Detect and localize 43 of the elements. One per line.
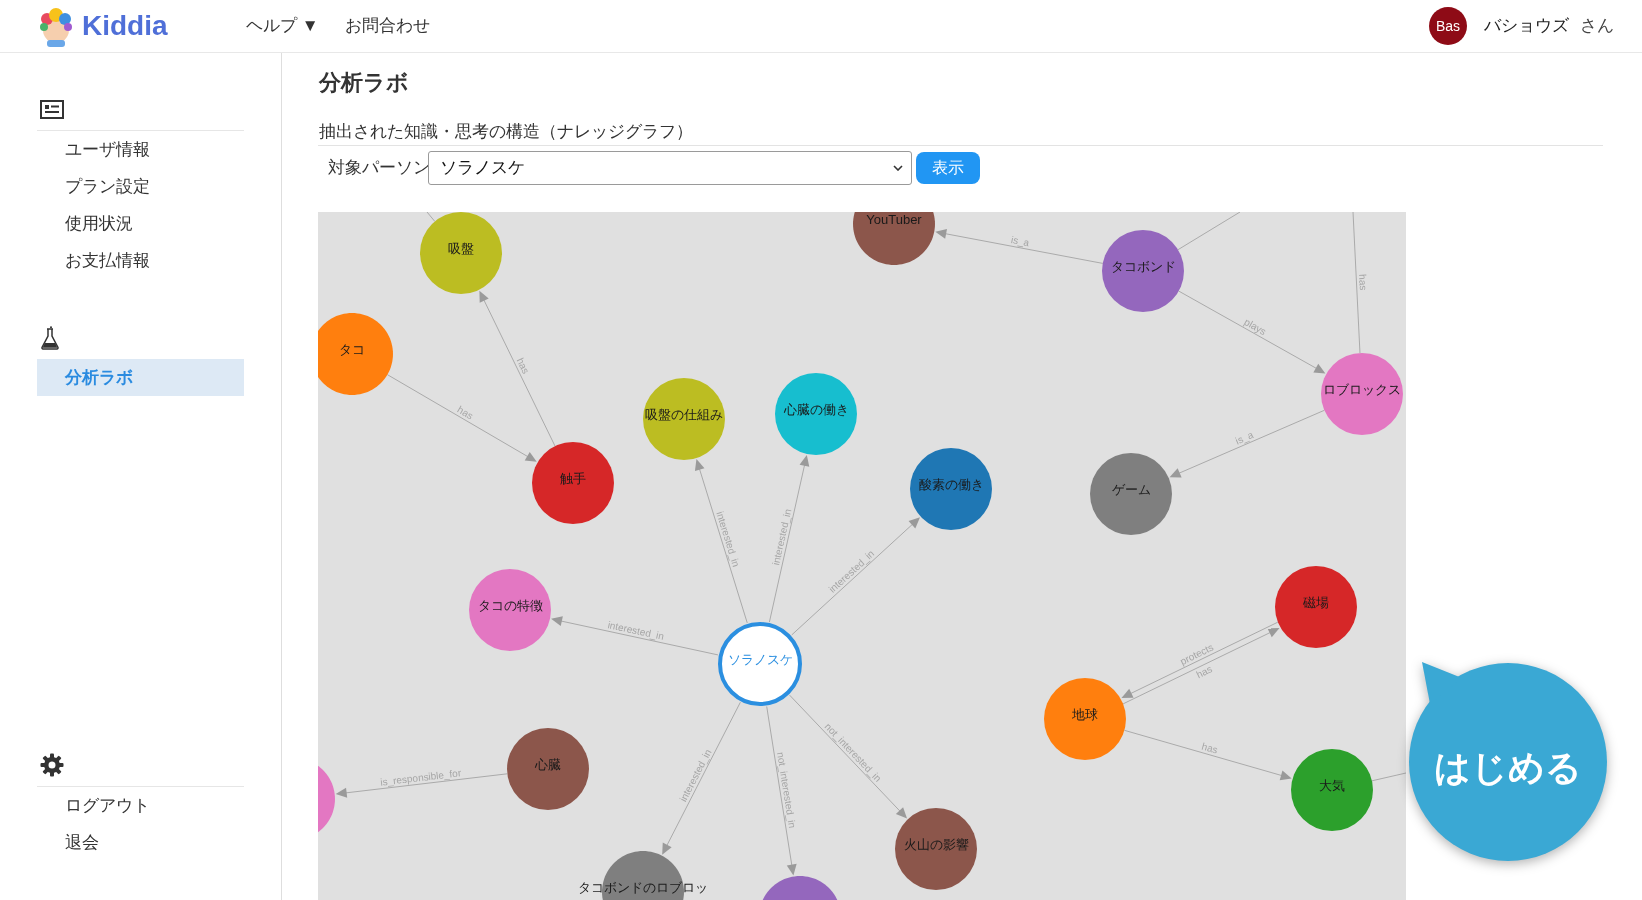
graph-node[interactable]: 地球	[1044, 678, 1126, 760]
graph-node[interactable]: ゲーム	[1090, 453, 1172, 535]
graph-node[interactable]	[318, 765, 335, 833]
graph-node[interactable]: 吸盤	[420, 212, 502, 294]
person-select[interactable]: ソラノスケ	[428, 151, 912, 185]
id-card-icon	[40, 99, 64, 119]
page-title: 分析ラボ	[318, 69, 410, 97]
edge-line	[1177, 212, 1241, 251]
graph-node[interactable]: タコ	[318, 313, 393, 395]
graph-node[interactable]: 大気	[1291, 749, 1373, 831]
user-name: バショウズ	[1484, 15, 1569, 38]
edge-line	[1371, 772, 1406, 782]
graph-node[interactable]: 磁場	[1275, 566, 1357, 648]
edge-label: has	[1357, 273, 1369, 291]
sidebar-item[interactable]: プラン設定	[37, 168, 244, 205]
sidebar-item[interactable]: 使用状況	[37, 205, 244, 242]
sidebar-item[interactable]: お支払情報	[37, 242, 244, 279]
edge-label: is_responsible_for	[379, 767, 462, 788]
settings-icon	[40, 753, 64, 777]
graph-node[interactable]: 吸盤の仕組み	[643, 378, 725, 460]
user-avatar[interactable]: Bas	[1429, 7, 1467, 45]
select-label: 対象パーソン	[328, 157, 428, 180]
mascot-icon[interactable]	[39, 5, 73, 47]
graph-node[interactable]	[762, 876, 838, 900]
graph-node[interactable]: タコの特徴	[469, 569, 551, 651]
graph-node[interactable]: 酸素の働き	[910, 448, 992, 530]
nav-link[interactable]: ヘルプ ▼	[246, 13, 319, 39]
sidebar-item[interactable]: ユーザ情報	[37, 131, 244, 168]
honorific-text: さん	[1580, 15, 1614, 38]
edge-line	[426, 212, 436, 222]
logo-text[interactable]: Kiddia	[82, 12, 168, 40]
sidebar-item[interactable]: 退会	[37, 824, 244, 861]
edge-label: has	[514, 355, 532, 376]
graph-node[interactable]: ロブロックス	[1321, 353, 1403, 435]
flask-icon	[40, 326, 60, 350]
graph-node[interactable]: ソラノスケ	[718, 622, 802, 706]
graph-node[interactable]: 心臓の働き	[775, 373, 857, 455]
sidebar-item[interactable]: ログアウト	[37, 787, 244, 824]
chevron-down-icon	[893, 165, 903, 171]
graph-node[interactable]: 触手	[532, 442, 614, 524]
graph-node[interactable]: タコボンド	[1102, 230, 1184, 312]
nav-link[interactable]: お問合わせ	[344, 13, 430, 39]
section-heading: 抽出された知識・思考の構造（ナレッジグラフ）	[318, 121, 694, 142]
